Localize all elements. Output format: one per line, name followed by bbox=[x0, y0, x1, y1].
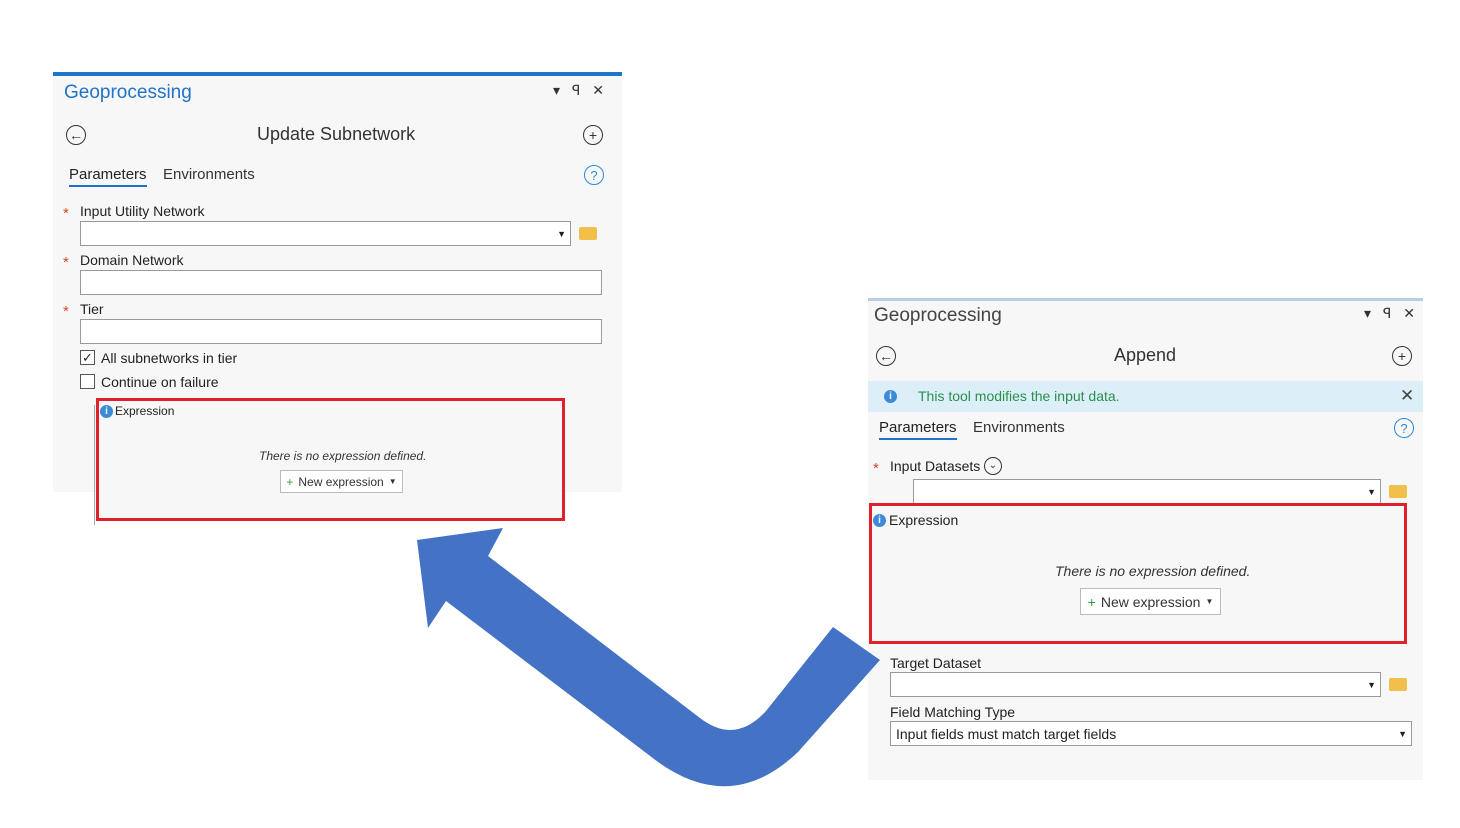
arrow-shape bbox=[417, 528, 880, 787]
transfer-arrow-icon bbox=[417, 528, 880, 787]
